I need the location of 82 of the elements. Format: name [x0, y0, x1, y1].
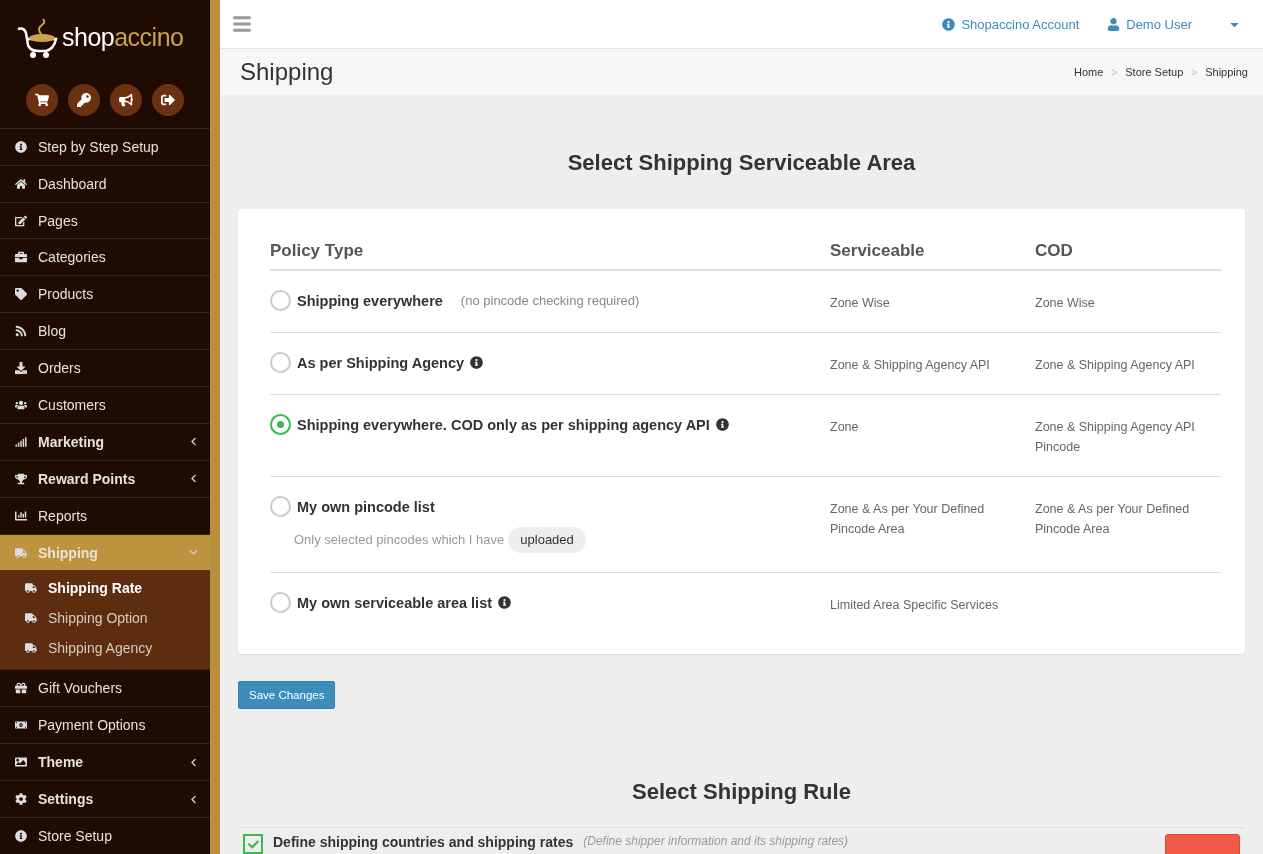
brand-logo-text: shopaccino [62, 23, 184, 53]
chevron-left-icon [189, 757, 198, 767]
sidebar-item[interactable]: Gift Vouchers [0, 669, 210, 707]
megaphone-button[interactable] [110, 83, 142, 116]
sidebar-item[interactable]: Customers [0, 386, 210, 423]
info-icon[interactable] [498, 596, 512, 609]
key-button[interactable] [68, 83, 100, 116]
truck-icon [25, 612, 37, 625]
sidebar-item[interactable]: Store Setup [0, 817, 210, 854]
info-icon [942, 17, 956, 31]
table-cell-text: Zone Wise [1035, 295, 1096, 312]
policy-note: (no pincode checking required) [460, 291, 640, 310]
sidebar-item[interactable]: Dashboard [0, 164, 210, 202]
policy-label: Shipping everywhere [297, 291, 443, 311]
megaphone-icon [119, 92, 133, 107]
uploaded-badge: uploaded [508, 527, 586, 553]
chevron-left-icon [189, 794, 198, 804]
policy-label: As per Shipping Agency [297, 353, 465, 373]
table-cell-text: Zone & As per Your Defined Pincode Area [1035, 501, 1191, 538]
user-menu[interactable]: Demo User [1107, 16, 1192, 32]
sidebar-item[interactable]: Blog [0, 312, 210, 350]
policy-note: Only selected pincodes which I have [294, 531, 505, 549]
policy-label: My own serviceable area list [297, 593, 493, 613]
radio-button[interactable] [270, 592, 291, 613]
sidebar-item[interactable]: Reward Points [0, 459, 210, 497]
rule-note: (Define shipper information and its shipping rates) [583, 834, 850, 848]
checkbox[interactable] [243, 834, 263, 854]
breadcrumb-link[interactable]: Shipping [1205, 66, 1248, 78]
chevron-left-icon [189, 474, 198, 484]
sidebar-item[interactable]: Pages [0, 201, 210, 239]
sidebar-item[interactable]: Payment Options [0, 706, 210, 744]
column-header: Serviceable [830, 231, 1035, 271]
table-cell-text: Zone [830, 419, 860, 436]
column-header: COD [1035, 231, 1221, 271]
submenu-item[interactable]: Shipping Agency [0, 633, 210, 664]
cart-button[interactable] [26, 83, 58, 116]
chevron-down-icon [189, 548, 198, 557]
section-title: Select Shipping Serviceable Area [566, 150, 917, 176]
sidebar-item[interactable]: Orders [0, 349, 210, 386]
column-header: Policy Type [270, 231, 830, 271]
user-icon [1107, 17, 1121, 31]
sidebar-item[interactable]: Theme [0, 743, 210, 781]
policy-label: My own pincode list [297, 497, 435, 517]
breadcrumb-link[interactable]: Home [1074, 66, 1104, 78]
table-cell-text: Zone Wise [830, 295, 891, 312]
sidebar-item[interactable]: Categories [0, 238, 210, 276]
logout-button[interactable] [152, 83, 184, 116]
cart-icon [35, 92, 49, 107]
section-title: Select Shipping Rule [631, 779, 852, 805]
rule-label: Define shipping countries and shipping rates [273, 834, 574, 850]
info-icon[interactable] [470, 356, 484, 369]
page-title: Shipping [240, 58, 335, 86]
radio-button[interactable] [270, 290, 291, 311]
radio-button[interactable] [270, 414, 291, 435]
submenu-item[interactable]: Shipping Option [0, 603, 210, 634]
radio-button[interactable] [270, 352, 291, 373]
chevron-left-icon [189, 437, 198, 447]
table-cell-text: Zone & Shipping Agency API [1035, 357, 1196, 374]
breadcrumb-link[interactable]: Store Setup [1125, 66, 1184, 78]
table-cell-text: Limited Area Specific Services [830, 597, 1000, 614]
breadcrumb-separator: > [1111, 66, 1118, 78]
key-icon [77, 92, 91, 107]
table-cell-text: Zone & Shipping Agency API Pincode [1035, 419, 1196, 456]
submenu-item[interactable]: Shipping Rate [0, 573, 210, 604]
logout-icon [161, 92, 175, 107]
account-link[interactable]: Shopaccino Account [942, 16, 1080, 32]
radio-button[interactable] [270, 496, 291, 517]
info-icon[interactable] [715, 418, 729, 431]
sidebar-item[interactable]: Reports [0, 496, 210, 534]
table-cell-text: Zone & Shipping Agency API [830, 357, 991, 374]
sidebar-item[interactable]: Products [0, 275, 210, 313]
truck-icon [25, 582, 37, 595]
save-changes-button[interactable]: Save Changes [238, 681, 336, 709]
sidebar-item[interactable]: Step by Step Setup [0, 127, 210, 165]
policy-label: Shipping everywhere. COD only as per shipping agency API [297, 415, 710, 435]
breadcrumb-separator: > [1191, 66, 1198, 78]
table-cell-text: Zone & As per Your Defined Pincode Area [830, 501, 986, 538]
truck-icon [25, 642, 37, 655]
sidebar-item[interactable]: Settings [0, 780, 210, 818]
logo-icon [16, 16, 58, 59]
sidebar-item[interactable]: Marketing [0, 422, 210, 460]
check-icon [247, 838, 259, 850]
